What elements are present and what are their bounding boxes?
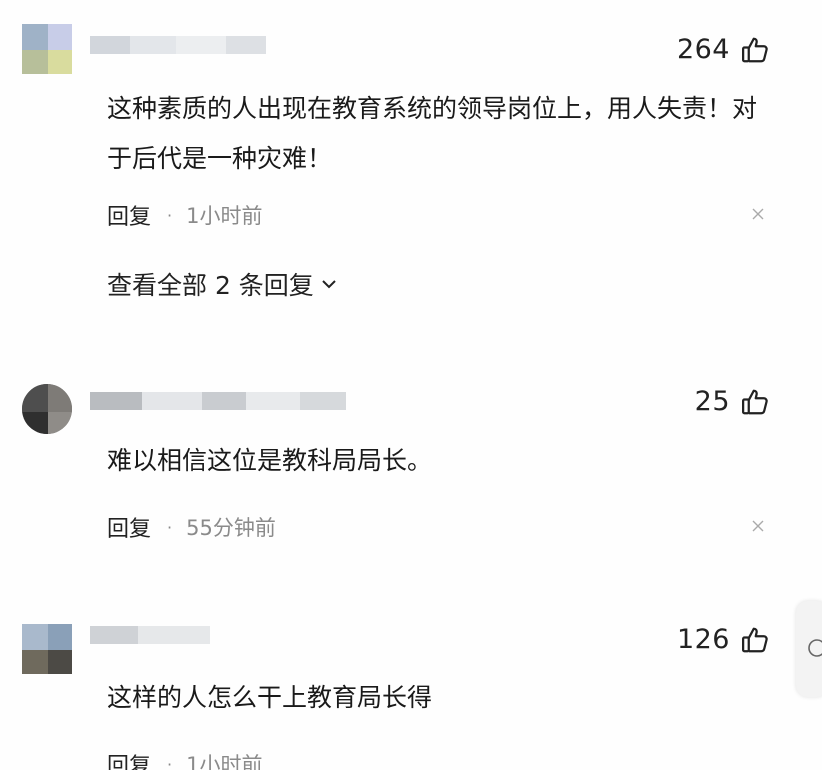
comment-text: 难以相信这位是教科局局长。	[107, 446, 433, 475]
comment-meta: 回复 · 1小时前	[107, 748, 262, 770]
comment-meta: 回复 · 1小时前	[107, 199, 262, 231]
close-icon[interactable]	[752, 520, 764, 532]
separator-dot: ·	[167, 205, 173, 225]
view-replies-label: 查看全部 2 条回复	[107, 271, 314, 300]
avatar[interactable]	[22, 384, 72, 434]
like-button[interactable]: 264	[677, 34, 770, 65]
like-button[interactable]: 25	[695, 386, 770, 417]
comment-item: 126 这样的人怎么干上教育局长得 回复 · 1小时前	[0, 610, 822, 770]
floating-side-button[interactable]	[796, 601, 822, 697]
like-count: 25	[694, 386, 730, 417]
username[interactable]	[90, 392, 346, 410]
thumbs-up-icon	[742, 37, 768, 62]
timestamp: 1小时前	[186, 204, 263, 228]
comment-item: 264 这种素质的人出现在教育系统的领导岗位上，用人失责！对于后代是一种灾难！ …	[0, 0, 822, 320]
close-icon[interactable]	[752, 208, 764, 220]
avatar[interactable]	[22, 24, 72, 74]
avatar[interactable]	[22, 624, 72, 674]
timestamp: 1小时前	[186, 753, 263, 770]
chevron-down-icon	[322, 280, 336, 289]
like-button[interactable]: 126	[677, 624, 770, 655]
timestamp: 55分钟前	[186, 516, 276, 540]
comment-text: 这样的人怎么干上教育局长得	[107, 683, 433, 712]
like-count: 126	[676, 624, 730, 655]
username[interactable]	[90, 36, 266, 54]
separator-dot: ·	[167, 754, 173, 770]
reply-button[interactable]: 回复	[107, 199, 151, 231]
like-count: 264	[676, 34, 730, 65]
comment-text: 这种素质的人出现在教育系统的领导岗位上，用人失责！对于后代是一种灾难！	[107, 94, 758, 173]
comment-meta: 回复 · 55分钟前	[107, 511, 276, 543]
message-bubble-icon	[808, 639, 822, 657]
thumbs-up-icon	[742, 627, 768, 652]
reply-button[interactable]: 回复	[107, 748, 151, 770]
username[interactable]	[90, 626, 210, 644]
comment-list: 264 这种素质的人出现在教育系统的领导岗位上，用人失责！对于后代是一种灾难！ …	[0, 0, 822, 770]
thumbs-up-icon	[742, 389, 768, 414]
view-all-replies-button[interactable]: 查看全部 2 条回复	[107, 266, 338, 302]
separator-dot: ·	[167, 517, 173, 537]
comment-item: 25 难以相信这位是教科局局长。 回复 · 55分钟前	[0, 370, 822, 580]
reply-button[interactable]: 回复	[107, 511, 151, 543]
